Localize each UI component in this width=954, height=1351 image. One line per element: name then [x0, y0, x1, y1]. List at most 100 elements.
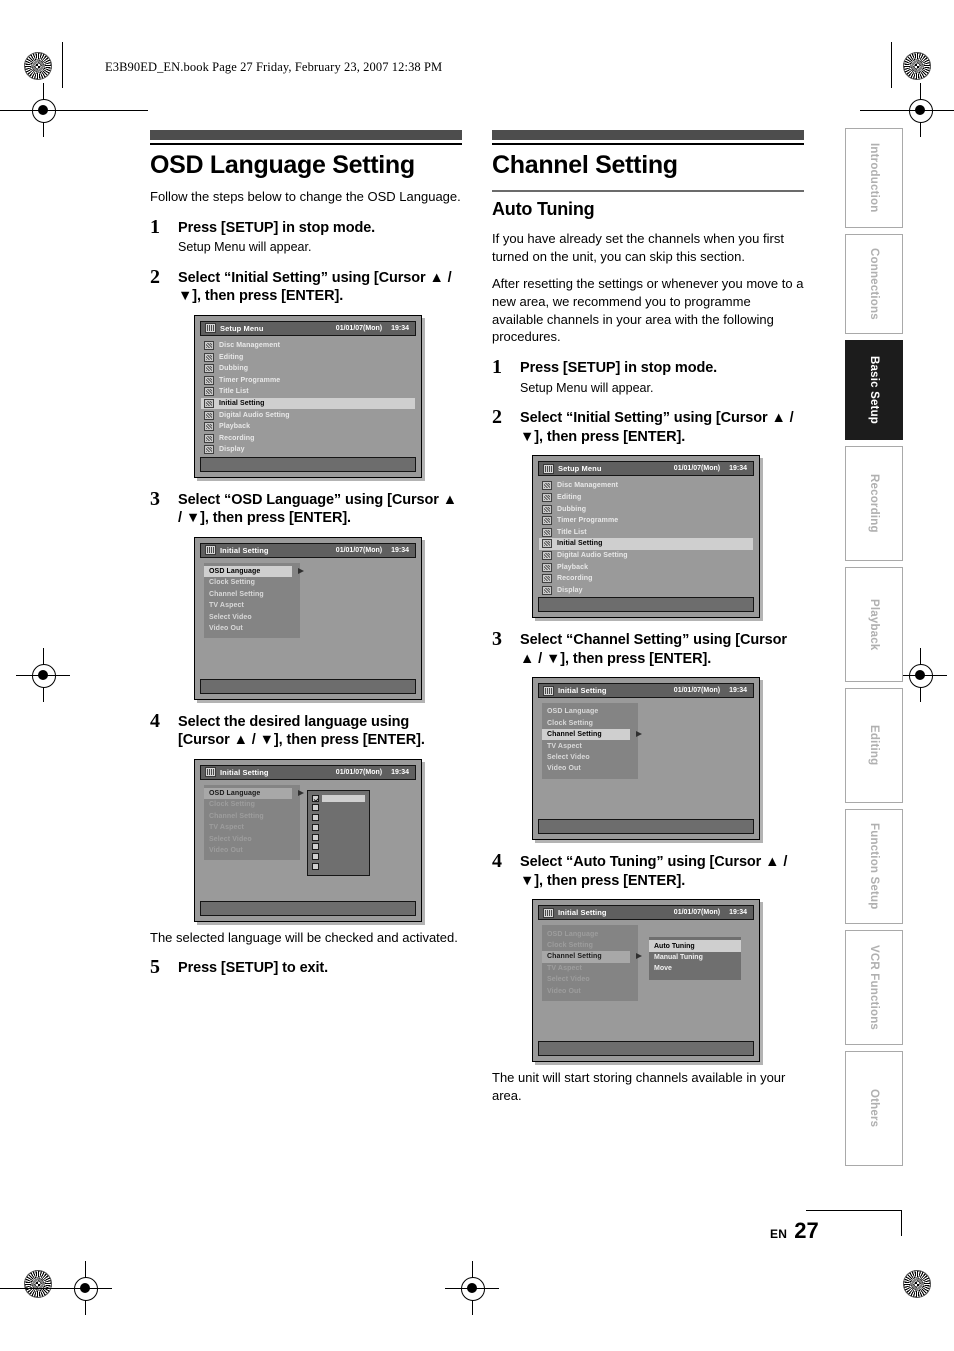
initial-setting-icon: [205, 767, 216, 778]
osd-submenu-item-auto-tuning: Auto Tuning: [649, 940, 741, 952]
tab-connections[interactable]: Connections: [845, 234, 903, 334]
playback-icon: [542, 562, 552, 572]
osd-menu-item-label: Timer Programme: [557, 517, 619, 525]
step-note: Setup Menu will appear.: [520, 380, 654, 395]
registration-halftone-circle-top-right: [903, 52, 931, 80]
osd-menu-item-label: Initial Setting: [219, 399, 265, 407]
osd-language-lead-text: Follow the steps below to change the OSD…: [150, 189, 461, 204]
tab-function-setup[interactable]: Function Setup: [845, 809, 903, 924]
step-4-right-after-text: The unit will start storing channels ava…: [492, 1070, 786, 1103]
osd-title-bar: Setup Menu 01/01/07(Mon) 19:34: [200, 320, 416, 336]
recording-icon: [204, 433, 214, 443]
osd-language-checklist: [307, 789, 370, 876]
osd-time: 19:34: [729, 465, 747, 473]
osd-item-clock-setting: Clock Setting: [542, 940, 638, 951]
osd-menu-item-label: Dubbing: [219, 365, 249, 373]
tab-vcr-functions[interactable]: VCR Functions: [845, 930, 903, 1045]
disc-management-icon: [204, 340, 214, 350]
osd-item-label: Channel Setting: [547, 953, 602, 961]
step-heading: Press [SETUP] in stop mode.: [520, 360, 718, 377]
osd-channel-setting-submenu: Auto Tuning Manual Tuning Move: [649, 937, 741, 980]
osd-menu-item-label: Digital Audio Setting: [557, 552, 628, 560]
timer-programme-icon: [204, 375, 214, 385]
crop-mark-left-vertical: [62, 42, 63, 88]
tab-label: Function Setup: [868, 823, 880, 910]
tab-label: Connections: [868, 248, 880, 320]
tab-playback[interactable]: Playback: [845, 567, 903, 682]
osd-menu-item-playback: Playback: [201, 421, 415, 433]
osd-menu-item-label: Playback: [219, 423, 251, 431]
page-title-channel-setting: Channel Setting: [492, 151, 678, 179]
osd-initial-setting-list: OSD Language Clock Setting Channel Setti…: [542, 703, 642, 779]
osd-menu-item-playback: Playback: [539, 561, 753, 573]
title-list-icon: [542, 527, 552, 537]
osd-menu-item-dubbing: Dubbing: [539, 503, 753, 515]
step-number: 4: [492, 850, 502, 873]
osd-menu-item-timer-programme: Timer Programme: [539, 515, 753, 527]
right-column: Channel Setting Auto Tuning If you have …: [492, 130, 804, 1104]
step-4-after-text: The selected language will be checked an…: [150, 929, 458, 945]
osd-item-label: Video Out: [209, 847, 243, 855]
osd-screenshot-initial-setting-wrap: Initial Setting 01/01/07(Mon) 19:34 OSD …: [194, 536, 462, 700]
section-title-rule: [492, 143, 804, 145]
timer-programme-icon: [542, 516, 552, 526]
tab-label: Others: [868, 1089, 880, 1128]
osd-initial-setting-list: OSD Language Clock Setting Channel Setti…: [204, 562, 304, 639]
osd-title: Setup Menu: [220, 323, 264, 333]
osd-item-video-out: Video Out: [542, 985, 638, 996]
osd-menu-item-dubbing: Dubbing: [201, 363, 415, 375]
osd-item-select-video: Select Video: [542, 752, 638, 763]
crop-mark-bottom-left-horizontal: [0, 1288, 60, 1289]
osd-menu-item-label: Title List: [557, 528, 587, 536]
osd-item-label: Clock Setting: [547, 719, 594, 727]
chevron-right-icon: [636, 953, 642, 960]
step-number: 4: [150, 709, 160, 732]
osd-status-bar: [538, 1041, 754, 1057]
registration-target-bottom-center: [445, 1261, 499, 1315]
osd-item-label: OSD Language: [209, 567, 261, 575]
osd-screenshot-initial-setting-osd-language: Initial Setting 01/01/07(Mon) 19:34 OSD …: [194, 536, 422, 700]
title-list-icon: [204, 387, 214, 397]
tab-recording[interactable]: Recording: [845, 446, 903, 561]
tab-basic-setup[interactable]: Basic Setup: [845, 340, 903, 440]
osd-menu-item-label: Editing: [219, 353, 244, 361]
osd-menu-item-label: Disc Management: [557, 482, 619, 490]
playback-icon: [204, 422, 214, 432]
subsection-rule: [492, 190, 804, 192]
section-title-bar: [492, 130, 804, 140]
checkbox-checked-icon: [312, 794, 319, 802]
step-number: 3: [150, 487, 160, 510]
osd-title-bar: Initial Setting 01/01/07(Mon) 19:34: [538, 683, 754, 699]
osd-menu-item-recording: Recording: [539, 573, 753, 585]
step-heading: Select “Initial Setting” using [Cursor ▲…: [520, 410, 794, 445]
osd-date: 01/01/07(Mon): [673, 687, 721, 695]
step-1-right: 1 Press [SETUP] in stop mode. Setup Menu…: [492, 356, 804, 396]
dubbing-icon: [542, 504, 552, 514]
registration-halftone-circle-bottom-right: [903, 1270, 931, 1298]
osd-item-video-out: Video Out: [204, 845, 300, 856]
step-5-left: 5 Press [SETUP] to exit.: [150, 956, 462, 978]
osd-title-bar: Initial Setting 01/01/07(Mon) 19:34: [200, 542, 416, 558]
tab-introduction[interactable]: Introduction: [845, 128, 903, 228]
page-number: 27: [794, 1218, 819, 1243]
osd-title-bar: Initial Setting 01/01/07(Mon) 19:34: [538, 905, 754, 921]
step-number: 3: [492, 628, 502, 651]
osd-title: Setup Menu: [558, 464, 602, 474]
osd-menu-item-label: Disc Management: [219, 341, 281, 349]
osd-screenshot-language-list-wrap: Initial Setting 01/01/07(Mon) 19:34 OSD …: [194, 758, 462, 922]
tab-others[interactable]: Others: [845, 1051, 903, 1166]
osd-item-label: OSD Language: [209, 790, 261, 798]
osd-menu-item-label: Timer Programme: [219, 376, 281, 384]
checkbox-icon: [312, 863, 319, 871]
language-option-label: [322, 804, 365, 811]
osd-date: 01/01/07(Mon): [335, 324, 383, 332]
language-option-row: [312, 853, 365, 861]
language-option-label: [322, 834, 365, 841]
registration-target-bottom-left: [58, 1261, 112, 1315]
tab-editing[interactable]: Editing: [845, 688, 903, 803]
tab-label: Introduction: [868, 143, 880, 213]
initial-setting-icon: [205, 545, 216, 556]
step-heading: Select the desired language using [Curso…: [178, 713, 425, 749]
section-title-bar: [150, 130, 462, 140]
language-option-label: [322, 794, 365, 802]
